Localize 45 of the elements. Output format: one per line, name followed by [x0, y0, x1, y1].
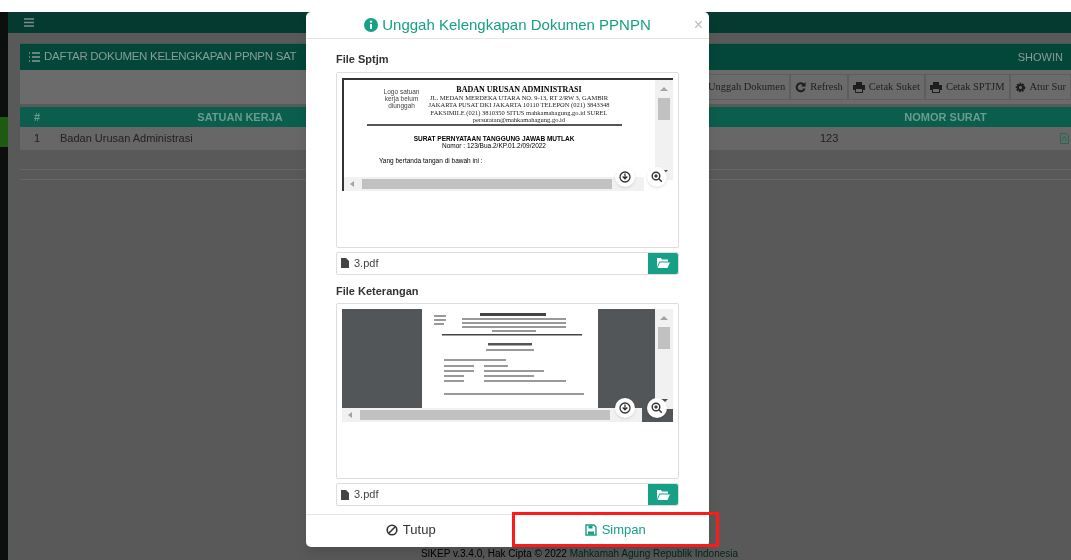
column-header: NOMOR SURAT [903, 109, 988, 125]
toolbar-button[interactable]: Cetak SPTJM [924, 74, 1010, 100]
ban-icon [385, 524, 398, 536]
refresh-icon [795, 81, 807, 93]
panel-title: DAFTAR DOKUMEN KELENGKAPAN PPNPN SAT [44, 49, 297, 65]
toolbar-button[interactable]: Atur Sur [1009, 74, 1071, 100]
toolbar-button[interactable]: Refresh [790, 74, 848, 100]
folder-icon [656, 258, 670, 268]
download-icon[interactable] [615, 398, 635, 418]
close-button[interactable]: Tutup [310, 515, 512, 545]
save-icon [584, 523, 597, 536]
list-icon [28, 51, 40, 63]
save-button[interactable]: Simpan [511, 512, 719, 547]
horizontal-scrollbar[interactable] [342, 408, 642, 422]
dialog-title: Unggah Kelengkapan Dokumen PPNPN [382, 14, 651, 35]
showing-label: SHOWIN [1017, 49, 1063, 65]
zoom-in-icon[interactable] [647, 166, 667, 187]
file-icon [341, 489, 349, 500]
table-cell-text: 123 [820, 130, 840, 146]
footer-link[interactable]: Mahkamah Agung Republik Indonesia [569, 548, 739, 559]
file-input[interactable]: 3.pdf [336, 483, 679, 506]
close-button[interactable]: × [693, 17, 703, 33]
vertical-scrollbar[interactable] [655, 309, 673, 409]
folder-icon [656, 489, 670, 500]
footer-text: SIKEP v.3.4.0, Hak Cipta © 2022 Mahkamah Agung Republik Indonesia [420, 548, 739, 559]
browse-button[interactable] [648, 484, 678, 505]
column-header: SATUAN KERJA [196, 109, 284, 125]
browse-button[interactable] [648, 252, 678, 274]
gear-icon [1014, 81, 1026, 93]
file-name: 3.pdf [354, 255, 379, 271]
column-header: # [33, 109, 42, 125]
file-icon [341, 258, 349, 268]
menu-icon[interactable] [24, 18, 34, 27]
zoom-in-icon[interactable] [647, 398, 667, 418]
vertical-scrollbar[interactable] [655, 79, 673, 180]
field-label: File Sptjm [336, 52, 390, 67]
toolbar-button[interactable]: Cetak Suket [847, 74, 925, 100]
document-heading: BADAN URUSAN ADMINISTRASI [456, 84, 582, 94]
printer-icon [929, 81, 942, 93]
file-name: 3.pdf [354, 487, 379, 503]
file-input[interactable]: 3.pdf [336, 251, 679, 275]
field-label: File Keterangan [336, 283, 420, 299]
table-cell-text: 1 [33, 130, 42, 146]
info-icon [364, 18, 379, 32]
printer-icon [852, 81, 865, 93]
